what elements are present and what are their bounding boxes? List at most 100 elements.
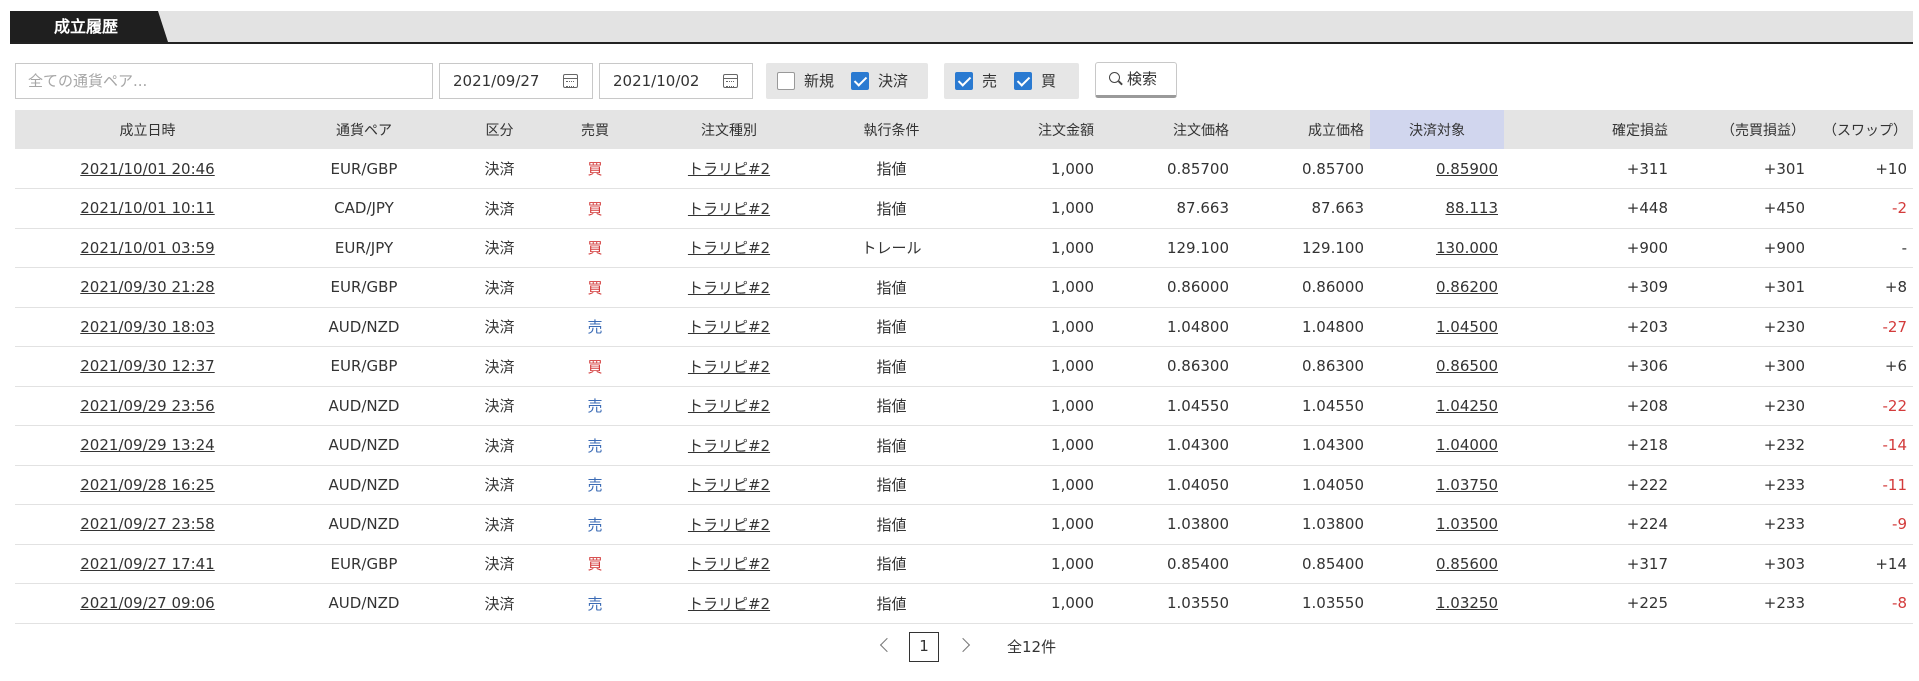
- cell-settle-target[interactable]: 1.03750: [1436, 476, 1498, 494]
- table-row[interactable]: 2021/09/27 17:41 EUR/GBP 決済 買 トラリピ#2 指値 1,000 0…: [15, 544, 1913, 584]
- cell-order-type[interactable]: トラリピ#2: [688, 160, 770, 178]
- cell-order-type[interactable]: トラリピ#2: [688, 239, 770, 257]
- cell-trade-pl: +232: [1763, 436, 1805, 455]
- cell-trade-pl: +230: [1763, 317, 1805, 336]
- col-header-trade-pl[interactable]: （売買損益）: [1674, 110, 1811, 149]
- table-row[interactable]: 2021/09/29 23:56 AUD/NZD 決済 売 トラリピ#2 指値 1,000 1…: [15, 386, 1913, 426]
- cell-exec-time[interactable]: 2021/09/27 23:58: [80, 515, 214, 533]
- cell-wrap-exec-time: 2021/09/30 18:03: [15, 307, 280, 347]
- cell-exec-time[interactable]: 2021/09/28 16:25: [80, 476, 214, 494]
- cell-order-type[interactable]: トラリピ#2: [688, 397, 770, 415]
- cell-wrap-order-type: トラリピ#2: [639, 346, 819, 387]
- col-header-type[interactable]: 区分: [448, 110, 551, 149]
- cell-wrap-type: 決済: [448, 267, 551, 308]
- cell-settle-target[interactable]: 88.113: [1446, 199, 1499, 217]
- tab-execution-history[interactable]: 成立履歴: [10, 11, 168, 42]
- cell-exec-time[interactable]: 2021/09/27 09:06: [80, 594, 214, 612]
- cell-wrap-trade-pl: +301: [1674, 149, 1811, 189]
- checkbox-sell-label: 売: [982, 72, 998, 90]
- col-header-exec-price[interactable]: 成立価格: [1235, 110, 1370, 149]
- cell-settle-target[interactable]: 1.03500: [1436, 515, 1498, 533]
- table-header-row: 成立日時 通貨ペア 区分 売買 注文種別 執行条件 注文金額 注文価格 成立価格…: [15, 110, 1913, 149]
- table-row[interactable]: 2021/10/01 10:11 CAD/JPY 決済 買 トラリピ#2 指値 1,000 8…: [15, 188, 1913, 229]
- cell-order-price: 1.04300: [1166, 436, 1229, 455]
- cell-exec-time[interactable]: 2021/10/01 20:46: [80, 160, 214, 178]
- cell-order-type[interactable]: トラリピ#2: [688, 555, 770, 573]
- table-row[interactable]: 2021/09/29 13:24 AUD/NZD 決済 売 トラリピ#2 指値 1,000 1…: [15, 425, 1913, 466]
- cell-settle-target[interactable]: 0.86500: [1436, 357, 1498, 375]
- cell-order-price: 129.100: [1166, 238, 1229, 257]
- col-header-condition[interactable]: 執行条件: [819, 110, 964, 149]
- date-from-field[interactable]: 2021/09/27: [439, 63, 593, 99]
- col-header-amount[interactable]: 注文金額: [964, 110, 1100, 149]
- cell-condition: 指値: [876, 278, 907, 297]
- cell-wrap-side: 売: [551, 307, 639, 347]
- chevron-left-icon[interactable]: [879, 637, 895, 653]
- cell-exec-time[interactable]: 2021/09/27 17:41: [80, 555, 214, 573]
- checkbox-settle-box[interactable]: [851, 72, 869, 90]
- cell-condition: 指値: [876, 318, 907, 337]
- cell-settle-target[interactable]: 0.85900: [1436, 160, 1498, 178]
- checkbox-buy-box[interactable]: [1014, 72, 1032, 90]
- chevron-right-icon[interactable]: [955, 637, 971, 653]
- col-header-pair[interactable]: 通貨ペア: [280, 110, 448, 149]
- cell-settle-target[interactable]: 0.85600: [1436, 555, 1498, 573]
- cell-settle-target[interactable]: 0.86200: [1436, 278, 1498, 296]
- table-row[interactable]: 2021/09/27 23:58 AUD/NZD 決済 売 トラリピ#2 指値 1,000 1…: [15, 504, 1913, 545]
- cell-settle-target[interactable]: 1.04250: [1436, 397, 1498, 415]
- cell-wrap-condition: 指値: [819, 425, 964, 466]
- col-header-side[interactable]: 売買: [551, 110, 639, 149]
- search-button[interactable]: 検索: [1095, 62, 1177, 98]
- cell-exec-time[interactable]: 2021/09/29 23:56: [80, 397, 214, 415]
- cell-order-type[interactable]: トラリピ#2: [688, 200, 770, 218]
- cell-settle-target[interactable]: 1.04500: [1436, 318, 1498, 336]
- cell-settle-target[interactable]: 1.03250: [1436, 594, 1498, 612]
- cell-exec-time[interactable]: 2021/09/29 13:24: [80, 436, 214, 454]
- calendar-icon[interactable]: [723, 74, 738, 88]
- col-header-order-type[interactable]: 注文種別: [639, 110, 819, 149]
- cell-wrap-side: 買: [551, 188, 639, 229]
- cell-exec-time[interactable]: 2021/10/01 10:11: [80, 199, 214, 217]
- cell-order-type[interactable]: トラリピ#2: [688, 476, 770, 494]
- cell-order-type[interactable]: トラリピ#2: [688, 437, 770, 455]
- table-row[interactable]: 2021/09/27 09:06 AUD/NZD 決済 売 トラリピ#2 指値 1,000 1…: [15, 583, 1913, 624]
- date-to-field[interactable]: 2021/10/02: [599, 63, 753, 99]
- table-row[interactable]: 2021/09/28 16:25 AUD/NZD 決済 売 トラリピ#2 指値 1,000 1…: [15, 465, 1913, 505]
- cell-order-type[interactable]: トラリピ#2: [688, 595, 770, 613]
- table-row[interactable]: 2021/09/30 21:28 EUR/GBP 決済 買 トラリピ#2 指値 1,000 0…: [15, 267, 1913, 308]
- calendar-icon[interactable]: [563, 74, 578, 88]
- currency-pair-input[interactable]: [15, 63, 433, 99]
- cell-trade-pl: +300: [1763, 357, 1805, 376]
- cell-wrap-trade-pl: +900: [1674, 228, 1811, 268]
- cell-trade-pl: +301: [1763, 278, 1805, 297]
- cell-exec-time[interactable]: 2021/10/01 03:59: [80, 239, 214, 257]
- cell-exec-time[interactable]: 2021/09/30 12:37: [80, 357, 214, 375]
- page-number-current[interactable]: 1: [909, 632, 939, 662]
- checkbox-sell-box[interactable]: [955, 72, 973, 90]
- cell-order-type[interactable]: トラリピ#2: [688, 358, 770, 376]
- table-row[interactable]: 2021/10/01 20:46 EUR/GBP 決済 買 トラリピ#2 指値 1,000 0…: [15, 149, 1913, 189]
- cell-exec-time[interactable]: 2021/09/30 18:03: [80, 318, 214, 336]
- cell-order-type[interactable]: トラリピ#2: [688, 279, 770, 297]
- cell-side: 売: [587, 476, 603, 495]
- table-row[interactable]: 2021/09/30 12:37 EUR/GBP 決済 買 トラリピ#2 指値 1,000 0…: [15, 346, 1913, 387]
- table-row[interactable]: 2021/10/01 03:59 EUR/JPY 決済 買 トラリピ#2 トレール 1,00…: [15, 228, 1913, 268]
- table-row[interactable]: 2021/09/30 18:03 AUD/NZD 決済 売 トラリピ#2 指値 1,000 1…: [15, 307, 1913, 347]
- cell-settle-target[interactable]: 130.000: [1436, 239, 1498, 257]
- col-header-settle-target[interactable]: 決済対象: [1370, 110, 1504, 149]
- cell-wrap-condition: 指値: [819, 544, 964, 584]
- total-count: 全12件: [1007, 638, 1057, 656]
- cell-order-type[interactable]: トラリピ#2: [688, 516, 770, 534]
- col-header-order-price[interactable]: 注文価格: [1100, 110, 1235, 149]
- cell-settle-target[interactable]: 1.04000: [1436, 436, 1498, 454]
- cell-order-type[interactable]: トラリピ#2: [688, 318, 770, 336]
- cell-realized-pl: +900: [1626, 238, 1668, 257]
- col-header-swap[interactable]: （スワップ）: [1811, 110, 1913, 149]
- cell-wrap-side: 売: [551, 425, 639, 466]
- checkbox-new-box[interactable]: [777, 72, 795, 90]
- col-header-exec-time[interactable]: 成立日時: [15, 110, 280, 149]
- cell-exec-price: 0.86300: [1301, 357, 1364, 376]
- cell-wrap-settle-target: 1.04500: [1370, 307, 1504, 347]
- cell-exec-time[interactable]: 2021/09/30 21:28: [80, 278, 214, 296]
- col-header-realized-pl[interactable]: 確定損益: [1504, 110, 1674, 149]
